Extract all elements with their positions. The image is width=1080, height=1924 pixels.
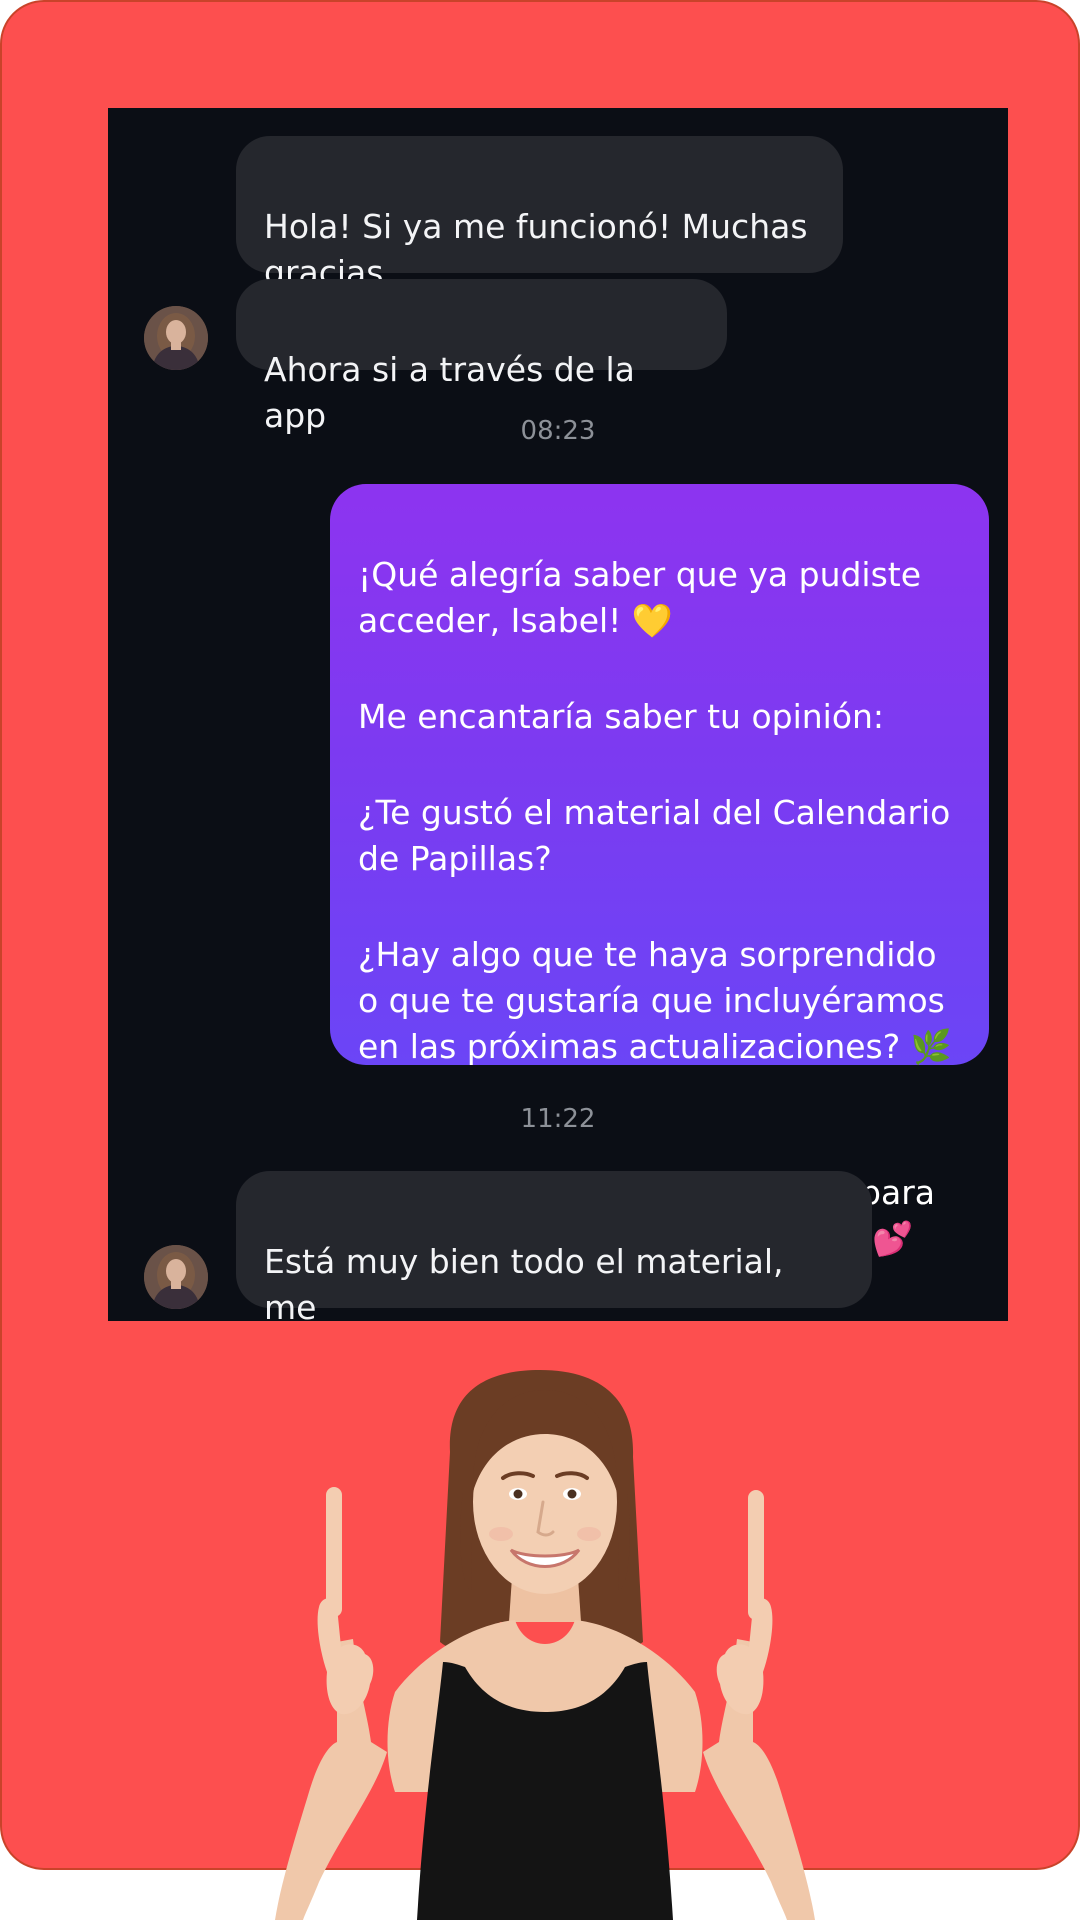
contact-avatar[interactable]	[144, 1245, 208, 1309]
message-timestamp: 08:23	[520, 416, 596, 446]
user-avatar-icon	[144, 306, 208, 370]
chat-screenshot: Hola! Si ya me funcionó! Muchas gracias …	[108, 108, 1008, 1321]
message-paragraph: Me encantaría saber tu opinión:	[358, 697, 885, 736]
incoming-message-bubble: Está muy bien todo el material, me gustó…	[236, 1171, 872, 1321]
message-paragraph: ¡Qué alegría saber que ya pudiste accede…	[358, 555, 922, 640]
user-avatar-icon	[144, 1245, 208, 1309]
contact-avatar[interactable]	[144, 306, 208, 370]
woman-pointing-up-illustration	[275, 1362, 815, 1920]
message-timestamp: 11:22	[520, 1104, 596, 1134]
outgoing-message-bubble: ¡Qué alegría saber que ya pudiste accede…	[330, 484, 989, 1258]
message-paragraph: ¿Hay algo que te haya sorprendido o que …	[358, 935, 952, 1066]
message-paragraph: ¿Te gustó el material del Calendario de …	[358, 793, 951, 878]
woman-pointing-up-icon	[275, 1370, 815, 1920]
incoming-message-bubble: Ahora si a través de la app	[236, 279, 727, 435]
message-text: Está muy bien todo el material, me gustó…	[264, 1242, 784, 1321]
incoming-message-bubble: Hola! Si ya me funcionó! Muchas gracias	[236, 136, 843, 292]
